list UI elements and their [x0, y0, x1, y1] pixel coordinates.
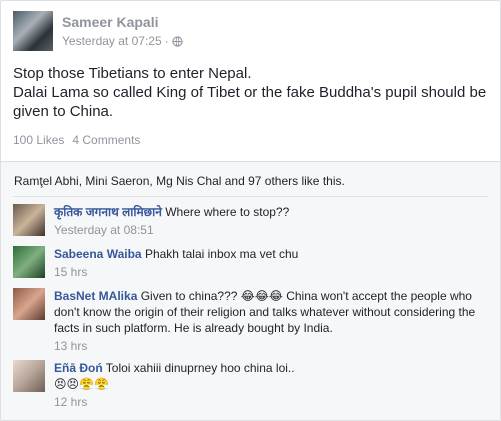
comment-body: BasNet MAlika Given to china??? 😂😂😂 Chin…	[54, 288, 494, 354]
commenter-name[interactable]: कृतिक जगनाथ लामिछाने	[54, 205, 162, 219]
comment-text-start: Given to china???	[140, 289, 238, 303]
likes-count[interactable]: 100 Likes	[13, 133, 64, 147]
post-body: Stop those Tibetians to enter Nepal. Dal…	[13, 64, 491, 121]
divider	[13, 196, 488, 197]
commenter-avatar[interactable]	[13, 360, 45, 392]
commenter-avatar[interactable]	[13, 288, 45, 320]
commenter-name[interactable]: Eñā Đoń	[54, 361, 103, 375]
commenter-name[interactable]: Sabeena Waiba	[54, 247, 142, 261]
post-stats: 100 Likes 4 Comments	[13, 133, 140, 147]
post-header: Sameer Kapali Yesterday at 07:25 ·	[13, 11, 483, 55]
commenter-avatar[interactable]	[13, 204, 45, 236]
comment-time[interactable]: 13 hrs	[54, 338, 494, 354]
post-meta: Yesterday at 07:25 ·	[62, 34, 183, 48]
comment-text: Where where to stop??	[165, 205, 290, 219]
comment-text: Toloi xahiii dinuprney hoo china loi..	[105, 361, 295, 375]
commenter-avatar[interactable]	[13, 246, 45, 278]
reactions-summary[interactable]: Ramţel Abhi, Mini Saeron, Mg Nis Chal an…	[14, 174, 345, 188]
comments-count[interactable]: 4 Comments	[72, 133, 140, 147]
meta-separator: ·	[164, 34, 169, 48]
comment-body: कृतिक जगनाथ लामिछाने Where where to stop…	[54, 204, 494, 238]
comments-section: Ramţel Abhi, Mini Saeron, Mg Nis Chal an…	[1, 161, 500, 420]
author-avatar[interactable]	[13, 11, 53, 51]
comment-time[interactable]: 15 hrs	[54, 264, 494, 280]
comment-time[interactable]: 12 hrs	[54, 394, 494, 410]
comment-time[interactable]: Yesterday at 08:51	[54, 222, 494, 238]
post-line-2: Dalai Lama so called King of Tibet or th…	[13, 84, 487, 120]
post-line-1: Stop those Tibetians to enter Nepal.	[13, 65, 252, 82]
comment-body: Eñā Đoń Toloi xahiii dinuprney hoo china…	[54, 360, 494, 410]
author-name[interactable]: Sameer Kapali	[62, 14, 159, 30]
comment-text: Phakh talai inbox ma vet chu	[144, 247, 299, 261]
comment-body: Sabeena Waiba Phakh talai inbox ma vet c…	[54, 246, 494, 280]
laughing-emoji-icon: 😂😂😂	[240, 289, 283, 303]
post-card: Sameer Kapali Yesterday at 07:25 · Stop …	[0, 0, 501, 421]
post-timestamp[interactable]: Yesterday at 07:25	[62, 34, 162, 48]
angry-emoji-icon: 😣😣😤😤	[54, 377, 109, 391]
commenter-name[interactable]: BasNet MAlika	[54, 289, 137, 303]
globe-icon[interactable]	[172, 35, 183, 47]
